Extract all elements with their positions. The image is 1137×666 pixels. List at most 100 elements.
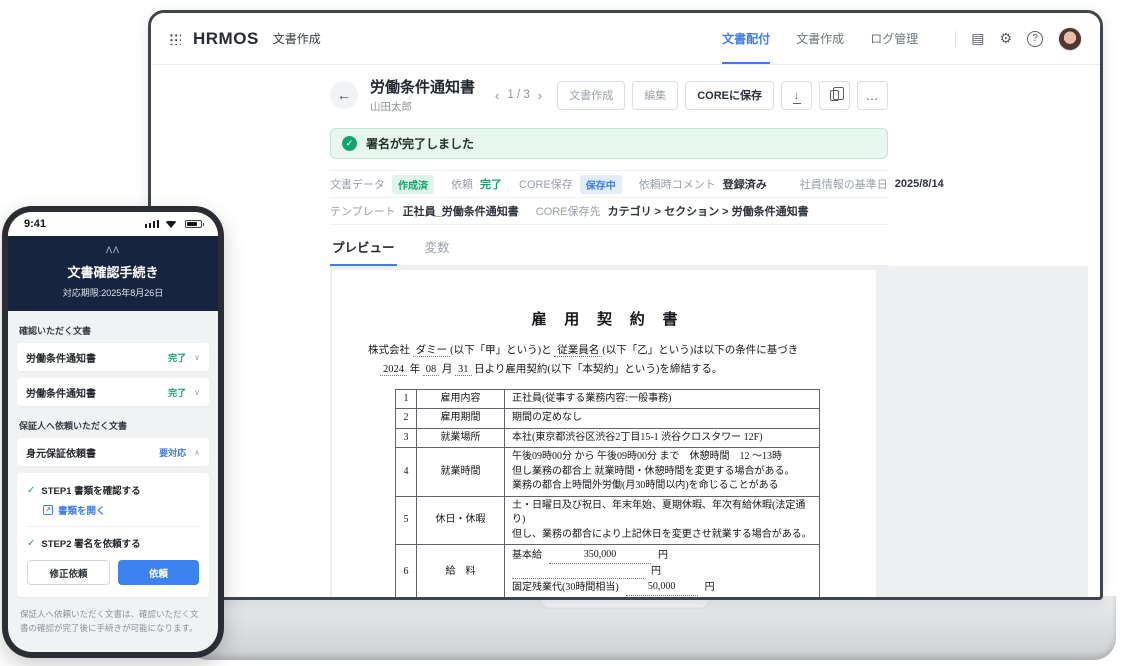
core-save-label: CORE保存 — [519, 176, 573, 192]
contract-title: 雇 用 契 約 書 — [368, 308, 848, 329]
topbar-brand: HRMOS 文書作成 — [169, 13, 321, 64]
request-button[interactable]: 依頼 — [118, 560, 199, 585]
more-icon: … — [866, 88, 880, 103]
contract-row-1: 1 雇用内容 正社員(従事する業務内容:一般事務) — [396, 389, 820, 409]
phone-screen: 9:41 ΛΛ 文書確認手続き 対応期限:2025年8月26日 確認いただく文書… — [8, 212, 218, 652]
battery-icon — [185, 220, 202, 229]
revise-request-button[interactable]: 修正依頼 — [27, 560, 110, 585]
document-header: ← 労働条件通知書 山田太郎 ‹ 1 / 3 › 文書作成 編集 COREに保存… — [330, 69, 888, 121]
nav-log-management[interactable]: ログ管理 — [870, 13, 918, 64]
doc-row-notice-1[interactable]: 労働条件通知書 完了 ∨ — [17, 343, 209, 371]
document-titles: 労働条件通知書 山田太郎 — [370, 76, 475, 114]
divider — [955, 31, 956, 47]
base-date-label: 社員情報の基準日 — [800, 176, 888, 192]
status-badge: 完了 — [168, 386, 186, 399]
status-time: 9:41 — [24, 218, 46, 230]
check-icon: ✓ — [27, 538, 35, 549]
employee-name-blank: 従業員名 — [554, 345, 602, 357]
nav-document-distribute[interactable]: 文書配付 — [722, 13, 770, 64]
salary-blank-line — [512, 578, 644, 579]
open-document-link[interactable]: ↗ 書類を開く — [43, 503, 199, 517]
tab-variables[interactable]: 変数 — [423, 237, 452, 265]
doc-data-label: 文書データ — [330, 176, 385, 192]
document-meta: 文書データ作成済 依頼完了 CORE保存保存中 依頼時コメント登録済み 社員情報… — [330, 170, 888, 225]
copy-button[interactable] — [819, 81, 850, 110]
guarantor-note: 保証人へ依頼いただく文書は、確認いただく文書の確認が完了後に手続きが可能になりま… — [20, 607, 206, 635]
gear-icon[interactable]: ⚙ — [999, 30, 1012, 47]
chevron-down-icon: ∨ — [194, 388, 200, 397]
comment-value: 登録済み — [723, 176, 767, 192]
open-document-label: 書類を開く — [58, 503, 106, 517]
nav-document-create[interactable]: 文書作成 — [796, 13, 844, 64]
phone-status-bar: 9:41 — [8, 212, 218, 236]
doc-name: 労働条件通知書 — [26, 350, 168, 365]
download-icon: ↓ — [794, 89, 800, 101]
status-icons — [145, 220, 203, 229]
more-button[interactable]: … — [857, 81, 888, 110]
overtime-allowance-amount: 50,000 — [626, 580, 698, 596]
create-document-button[interactable]: 文書作成 — [557, 81, 625, 110]
edit-button[interactable]: 編集 — [632, 81, 678, 110]
next-page-button[interactable]: › — [538, 88, 542, 103]
core-save-status-badge: 保存中 — [580, 175, 622, 194]
avatar[interactable] — [1058, 27, 1082, 51]
header-actions: 文書作成 編集 COREに保存 ↓ … — [557, 81, 888, 110]
help-icon[interactable]: ? — [1027, 31, 1043, 47]
contract-row-2: 2 雇用期間 期間の定めなし — [396, 409, 820, 429]
cellular-signal-icon — [145, 220, 160, 229]
base-date-value: 2025/8/14 — [895, 178, 944, 190]
tab-preview[interactable]: プレビュー — [330, 237, 397, 266]
step-1: ✓ STEP1 書類を確認する — [27, 483, 199, 497]
doc-row-notice-2[interactable]: 労働条件通知書 完了 ∨ — [17, 378, 209, 406]
download-button[interactable]: ↓ — [781, 81, 812, 110]
meta-row-1: 文書データ作成済 依頼完了 CORE保存保存中 依頼時コメント登録済み 社員情報… — [330, 170, 888, 197]
contract-row-6: 6 給 料 基本給350,000円 円 固定残業代(30時間相当)50,000円 — [396, 545, 820, 597]
base-salary-amount: 350,000 — [549, 548, 651, 564]
company-name-blank: ダミー — [413, 345, 451, 357]
template-value: 正社員_労働条件通知書 — [403, 203, 519, 219]
divider — [27, 526, 199, 527]
pagination: ‹ 1 / 3 › — [495, 88, 542, 103]
section-guarantor-docs: 保証人へ依頼いただく文書 — [19, 419, 207, 432]
core-destination-value: カテゴリ > セクション > 労働条件通知書 — [608, 203, 809, 219]
contract-row-3: 3 就業場所 本社(東京都渋谷区渋谷2丁目15-1 渋谷クロスタワー 12F) — [396, 428, 820, 448]
day-blank: 31 — [455, 364, 472, 376]
chevron-up-icon: ∧ — [194, 448, 200, 457]
chevron-down-icon: ∨ — [194, 353, 200, 362]
step-1-label: STEP1 書類を確認する — [41, 483, 140, 497]
preview-panel[interactable]: 雇 用 契 約 書 株式会社 ダミー(以下「甲」という)と 従業員名(以下「乙」… — [330, 266, 1088, 597]
banner-message: 署名が完了しました — [366, 135, 474, 152]
month-blank: 08 — [423, 364, 440, 376]
prev-page-button[interactable]: ‹ — [495, 88, 499, 103]
desktop-screen: HRMOS 文書作成 文書配付 文書作成 ログ管理 ▤ ⚙ ? ← 労働条件通知… — [148, 10, 1103, 600]
phone-body: 確認いただく文書 労働条件通知書 完了 ∨ 労働条件通知書 完了 ∨ 保証人へ依… — [8, 311, 218, 652]
check-icon: ✓ — [27, 485, 35, 496]
contract-page: 雇 用 契 約 書 株式会社 ダミー(以下「甲」という)と 従業員名(以下「乙」… — [332, 270, 876, 597]
release-notes-icon[interactable]: ▤ — [971, 30, 984, 47]
external-link-icon: ↗ — [43, 505, 53, 515]
laptop-base — [186, 596, 1116, 660]
steps-card: ✓ STEP1 書類を確認する ↗ 書類を開く ✓ STEP2 署名を依頼する … — [17, 473, 209, 597]
guarantor-doc-row[interactable]: 身元保証依頼書 要対応 ∧ — [17, 438, 209, 466]
template-label: テンプレート — [330, 203, 396, 219]
comment-label: 依頼時コメント — [639, 176, 716, 192]
topbar-nav: 文書配付 文書作成 ログ管理 — [709, 13, 931, 64]
save-to-core-button[interactable]: COREに保存 — [685, 81, 774, 110]
hrmos-logo: HRMOS — [193, 29, 259, 49]
contract-intro-line1: 株式会社 ダミー(以下「甲」という)と 従業員名(以下「乙」という)は以下の条件… — [368, 341, 848, 360]
doc-name: 労働条件通知書 — [26, 385, 168, 400]
phone-page-title: 文書確認手続き — [20, 262, 206, 281]
section-confirm-docs: 確認いただく文書 — [19, 324, 207, 337]
topbar-icons: ▤ ⚙ ? — [955, 13, 1082, 64]
copy-icon — [830, 90, 839, 101]
doc-data-status-badge: 作成済 — [392, 175, 434, 194]
wifi-icon — [165, 221, 177, 228]
success-banner: ✓ 署名が完了しました — [330, 128, 888, 159]
apps-grid-icon[interactable] — [169, 33, 181, 45]
status-badge: 要対応 — [159, 446, 186, 459]
deadline-text: 対応期限:2025年8月26日 — [20, 286, 206, 299]
phone-mockup: 9:41 ΛΛ 文書確認手続き 対応期限:2025年8月26日 確認いただく文書… — [2, 206, 224, 658]
contract-row-5: 5 休日・休暇 土・日曜日及び祝日、年末年始、夏期休暇、年次有給休暇(法定通り)… — [396, 496, 820, 545]
check-circle-icon: ✓ — [342, 136, 357, 151]
back-button[interactable]: ← — [330, 81, 358, 109]
